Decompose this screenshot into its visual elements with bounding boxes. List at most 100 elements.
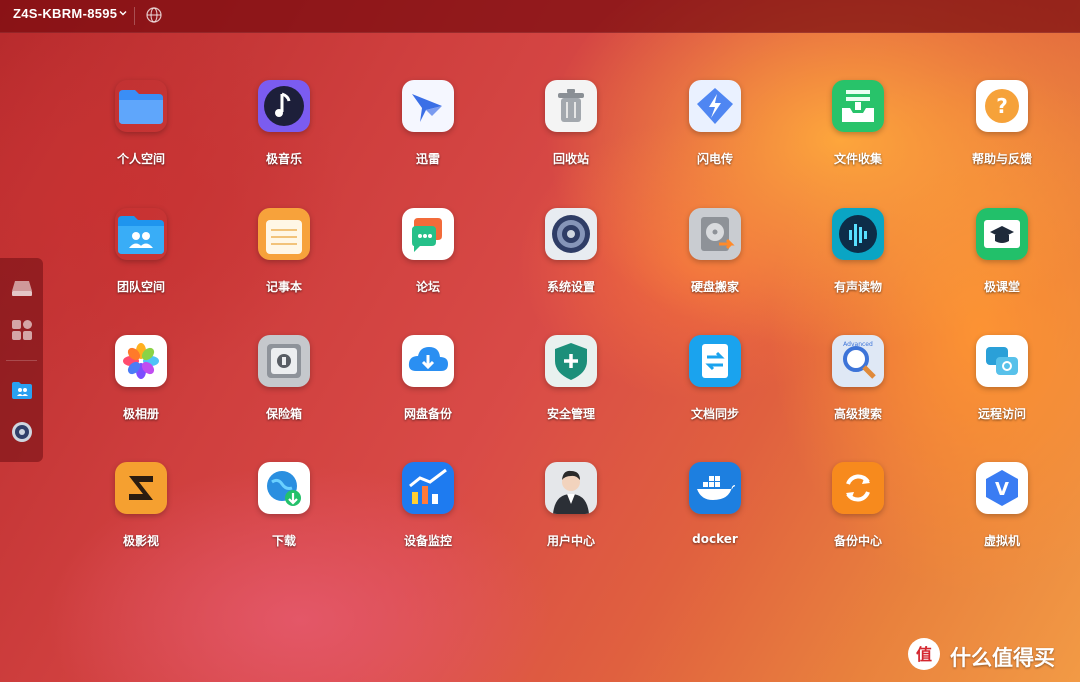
app-audio-wave[interactable]: 有声读物 bbox=[810, 208, 906, 318]
app-label: 有声读物 bbox=[833, 280, 882, 294]
app-label: docker bbox=[692, 532, 738, 546]
app-label: 帮助与反馈 bbox=[971, 152, 1032, 166]
thunder-bird-icon bbox=[402, 80, 454, 132]
user-avatar-icon bbox=[545, 462, 597, 514]
app-label: 用户中心 bbox=[546, 534, 595, 548]
app-label: 保险箱 bbox=[265, 407, 302, 421]
settings-gear-icon bbox=[545, 208, 597, 260]
app-thunder-bird[interactable]: 迅雷 bbox=[380, 80, 476, 190]
app-monitor-chart[interactable]: 设备监控 bbox=[380, 462, 476, 572]
app-label: 硬盘搬家 bbox=[690, 280, 739, 294]
svg-text:?: ? bbox=[996, 94, 1008, 118]
side-dock bbox=[0, 258, 43, 462]
docker-whale-icon bbox=[689, 462, 741, 514]
app-label: 论坛 bbox=[415, 280, 440, 294]
safe-icon bbox=[258, 335, 310, 387]
app-label: 设备监控 bbox=[403, 534, 452, 548]
notepad-icon bbox=[258, 208, 310, 260]
app-label: 备份中心 bbox=[833, 534, 882, 548]
app-inbox-tray[interactable]: 文件收集 bbox=[810, 80, 906, 190]
app-hard-disk[interactable]: 硬盘搬家 bbox=[667, 208, 763, 318]
app-question[interactable]: ? 帮助与反馈 bbox=[954, 80, 1050, 190]
zhi-logo-icon: 值 bbox=[916, 645, 932, 664]
app-label: 极课堂 bbox=[983, 280, 1020, 294]
cloud-upload-icon bbox=[402, 335, 454, 387]
app-cloud-upload[interactable]: 网盘备份 bbox=[380, 335, 476, 445]
photo-flower-icon bbox=[115, 335, 167, 387]
app-label: 高级搜索 bbox=[833, 407, 882, 421]
app-vm-v[interactable]: V 虚拟机 bbox=[954, 462, 1050, 572]
app-notepad[interactable]: 记事本 bbox=[236, 208, 332, 318]
chevron-down-icon[interactable] bbox=[118, 8, 128, 18]
team-folder-icon[interactable] bbox=[10, 378, 34, 402]
app-graduation-cap[interactable]: 极课堂 bbox=[954, 208, 1050, 318]
chat-bubble-icon bbox=[402, 208, 454, 260]
app-photo-flower[interactable]: 极相册 bbox=[93, 335, 189, 445]
music-note-icon bbox=[258, 80, 310, 132]
disk-drive-icon[interactable] bbox=[10, 276, 34, 300]
trash-icon bbox=[545, 80, 597, 132]
app-label: 文档同步 bbox=[690, 407, 739, 421]
app-label: 网盘备份 bbox=[403, 407, 452, 421]
inbox-tray-icon bbox=[832, 80, 884, 132]
app-label: 文件收集 bbox=[833, 152, 882, 166]
svg-text:Advanced: Advanced bbox=[843, 341, 873, 348]
app-label: 团队空间 bbox=[116, 280, 165, 294]
film-logo-icon bbox=[115, 462, 167, 514]
remote-link-icon bbox=[976, 335, 1028, 387]
app-label: 回收站 bbox=[552, 152, 589, 166]
dock-divider bbox=[6, 360, 37, 361]
app-label: 安全管理 bbox=[546, 407, 595, 421]
app-label: 极影视 bbox=[122, 534, 159, 548]
question-icon: ? bbox=[976, 80, 1028, 132]
magnifier-icon: Advanced bbox=[832, 335, 884, 387]
backup-sync-icon bbox=[832, 462, 884, 514]
app-chat-bubble[interactable]: 论坛 bbox=[380, 208, 476, 318]
watermark-text: 什么值得买 bbox=[950, 646, 1055, 670]
app-label: 极音乐 bbox=[265, 152, 302, 166]
app-label: 个人空间 bbox=[116, 152, 165, 166]
app-user-avatar[interactable]: 用户中心 bbox=[523, 462, 619, 572]
app-folder[interactable]: 个人空间 bbox=[93, 80, 189, 190]
document-sync-icon bbox=[689, 335, 741, 387]
app-label: 闪电传 bbox=[696, 152, 733, 166]
svg-text:V: V bbox=[995, 479, 1009, 500]
monitor-chart-icon bbox=[402, 462, 454, 514]
folder-icon bbox=[115, 80, 167, 132]
app-grid-icon[interactable] bbox=[10, 318, 34, 342]
app-backup-sync[interactable]: 备份中心 bbox=[810, 462, 906, 572]
hard-disk-icon bbox=[689, 208, 741, 260]
app-globe-download[interactable]: 下载 bbox=[236, 462, 332, 572]
app-trash[interactable]: 回收站 bbox=[523, 80, 619, 190]
app-remote-link[interactable]: 远程访问 bbox=[954, 335, 1050, 445]
vm-v-icon: V bbox=[976, 462, 1028, 514]
app-label: 极相册 bbox=[122, 407, 159, 421]
audio-wave-icon bbox=[832, 208, 884, 260]
app-shield[interactable]: 安全管理 bbox=[523, 335, 619, 445]
app-music-note[interactable]: 极音乐 bbox=[236, 80, 332, 190]
app-label: 下载 bbox=[271, 534, 296, 548]
app-docker-whale[interactable]: docker bbox=[667, 462, 763, 572]
top-bar: Z4S-KBRM-8595 bbox=[0, 0, 1080, 33]
lightning-icon bbox=[689, 80, 741, 132]
shield-icon bbox=[545, 335, 597, 387]
globe-icon[interactable] bbox=[145, 6, 163, 24]
app-label: 远程访问 bbox=[977, 407, 1026, 421]
device-name-button[interactable]: Z4S-KBRM-8595 bbox=[13, 6, 117, 21]
app-settings-gear[interactable]: 系统设置 bbox=[523, 208, 619, 318]
team-folder-icon bbox=[115, 208, 167, 260]
app-label: 记事本 bbox=[265, 280, 302, 294]
app-document-sync[interactable]: 文档同步 bbox=[667, 335, 763, 445]
app-team-folder[interactable]: 团队空间 bbox=[93, 208, 189, 318]
app-magnifier[interactable]: Advanced 高级搜索 bbox=[810, 335, 906, 445]
app-lightning[interactable]: 闪电传 bbox=[667, 80, 763, 190]
globe-download-icon bbox=[258, 462, 310, 514]
app-label: 虚拟机 bbox=[983, 534, 1020, 548]
app-safe[interactable]: 保险箱 bbox=[236, 335, 332, 445]
settings-gear-icon[interactable] bbox=[10, 420, 34, 444]
divider bbox=[134, 7, 135, 25]
app-label: 系统设置 bbox=[546, 280, 595, 294]
app-film-logo[interactable]: 极影视 bbox=[93, 462, 189, 572]
svg-text:值: 值 bbox=[916, 645, 932, 664]
watermark-logo: 值 bbox=[908, 638, 940, 670]
